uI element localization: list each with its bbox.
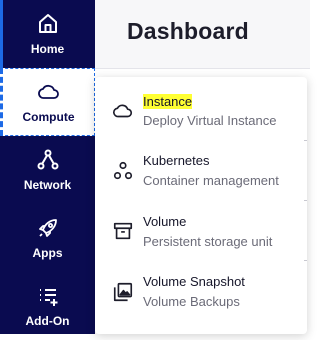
menu-item-instance[interactable]: Instance Deploy Virtual Instance [95,82,307,140]
menu-item-title: Instance [143,94,193,109]
archive-icon [113,222,133,240]
sidebar-item-label: Apps [32,246,63,260]
sidebar: Home Compute Network Apps Add-On [0,0,95,334]
active-indicator [0,0,3,68]
menu-item-kubernetes[interactable]: Kubernetes Container management [95,142,307,200]
sidebar-item-label: Home [30,42,65,56]
sidebar-item-compute[interactable]: Compute [0,68,95,136]
page-title: Dashboard [127,18,249,44]
divider [304,200,307,201]
home-icon [38,14,57,33]
sidebar-item-apps[interactable]: Apps [0,204,95,272]
menu-item-title: Volume Snapshot [143,274,245,289]
menu-item-subtitle: Container management [143,173,279,188]
sidebar-item-add-on[interactable]: Add-On [0,272,95,340]
network-icon [37,149,58,170]
cloud-icon [113,104,133,118]
sidebar-item-home[interactable]: Home [0,0,95,68]
sidebar-item-label: Add-On [25,314,70,328]
header: Dashboard [95,0,310,69]
menu-item-volume[interactable]: Volume Persistent storage unit [95,203,307,261]
snapshot-icon [113,282,133,302]
menu-item-title: Kubernetes [143,153,210,168]
menu-item-subtitle: Volume Backups [143,294,240,309]
sidebar-item-network[interactable]: Network [0,136,95,204]
rocket-icon [38,219,57,237]
menu-item-subtitle: Persistent storage unit [143,234,273,249]
divider [304,140,307,141]
menu-item-subtitle: Deploy Virtual Instance [143,113,277,128]
compute-dropdown-menu: Instance Deploy Virtual Instance Kuberne… [95,77,307,334]
cluster-icon [113,161,133,180]
cloud-icon [37,84,59,99]
menu-item-title: Volume [143,214,187,229]
sidebar-item-label: Network [23,178,72,192]
add-list-icon [39,289,57,306]
menu-item-volume-snapshot[interactable]: Volume Snapshot Volume Backups [95,264,307,322]
sidebar-item-label: Compute [22,110,75,124]
